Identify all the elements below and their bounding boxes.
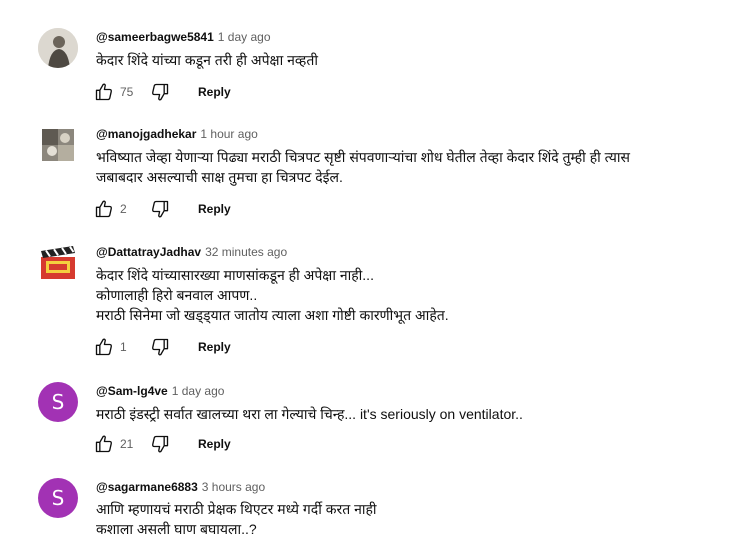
comment-line: मराठी सिनेमा जो खड्ड्यात जातोय त्याला अश… <box>96 307 449 323</box>
comment-actions: 2 Reply <box>92 197 231 221</box>
comment-line: केदार शिंदे यांच्यासारख्या माणसांकडून ही… <box>96 267 374 283</box>
avatar-letter: S <box>51 390 65 414</box>
thumbs-down-icon <box>152 338 169 356</box>
like-button[interactable] <box>92 432 116 456</box>
reply-button[interactable]: Reply <box>198 85 231 99</box>
comment-line: कोणालाही हिरो बनवाल आपण.. <box>96 287 258 303</box>
like-count: 75 <box>120 85 134 99</box>
comment-text: केदार शिंदे यांच्या कडून तरी ही अपेक्षा … <box>96 50 696 70</box>
comment-time[interactable]: 32 minutes ago <box>205 245 287 259</box>
thumbs-up-icon <box>95 338 112 356</box>
comment-line: मराठी इंडस्ट्री सर्वात खालच्या थरा ला गे… <box>96 406 523 422</box>
reply-button[interactable]: Reply <box>198 202 231 216</box>
thumbs-down-icon <box>152 200 169 218</box>
thumbs-up-icon <box>95 435 112 453</box>
thumbs-up-icon <box>95 83 112 101</box>
avatar[interactable] <box>38 243 78 283</box>
like-button[interactable] <box>92 197 116 221</box>
comment-author[interactable]: @Sam-lg4ve <box>96 384 168 398</box>
reply-button[interactable]: Reply <box>198 340 231 354</box>
dislike-button[interactable] <box>148 335 172 359</box>
comment-time[interactable]: 1 day ago <box>218 30 271 44</box>
comment-text: भविष्यात जेव्हा येणाऱ्या पिढ्या मराठी चि… <box>96 147 696 187</box>
comment-time[interactable]: 3 hours ago <box>202 480 265 494</box>
comment-header: @DattatrayJadhav 32 minutes ago <box>96 245 287 259</box>
comment-actions: 21 Reply <box>92 432 231 456</box>
user-photo-icon <box>42 129 74 161</box>
thumbs-up-icon <box>95 200 112 218</box>
clapperboard-icon <box>38 243 78 283</box>
comment-line: भविष्यात जेव्हा येणाऱ्या पिढ्या मराठी चि… <box>96 149 630 165</box>
avatar[interactable] <box>42 129 74 161</box>
dislike-button[interactable] <box>148 197 172 221</box>
comment-time[interactable]: 1 hour ago <box>200 127 257 141</box>
comment-text: मराठी इंडस्ट्री सर्वात खालच्या थरा ला गे… <box>96 404 696 424</box>
dislike-button[interactable] <box>148 432 172 456</box>
comment-text: केदार शिंदे यांच्यासारख्या माणसांकडून ही… <box>96 265 696 325</box>
comment-actions: 75 Reply <box>92 80 231 104</box>
comment-author[interactable]: @DattatrayJadhav <box>96 245 201 259</box>
comment-header: @manojgadhekar 1 hour ago <box>96 127 258 141</box>
comment-line: आणि म्हणायचं मराठी प्रेक्षक थिएटर मध्ये … <box>96 501 377 517</box>
user-photo-icon <box>38 28 78 68</box>
avatar-letter: S <box>51 486 65 510</box>
avatar[interactable]: S <box>38 382 78 422</box>
avatar[interactable] <box>38 28 78 68</box>
like-count: 21 <box>120 437 134 451</box>
comment-time[interactable]: 1 day ago <box>172 384 225 398</box>
comment-line: कशाला असली घाण बघायला..? <box>96 521 257 537</box>
comment-actions: 1 Reply <box>92 335 231 359</box>
comment-author[interactable]: @manojgadhekar <box>96 127 196 141</box>
like-count: 2 <box>120 202 127 216</box>
avatar[interactable]: S <box>38 478 78 518</box>
comment-line: जबाबदार असल्याची साक्ष तुमचा हा चित्रपट … <box>96 169 343 185</box>
comment-header: @sagarmane6883 3 hours ago <box>96 480 265 494</box>
like-button[interactable] <box>92 80 116 104</box>
comment-header: @Sam-lg4ve 1 day ago <box>96 384 224 398</box>
reply-button[interactable]: Reply <box>198 437 231 451</box>
comment-author[interactable]: @sameerbagwe5841 <box>96 30 214 44</box>
comment-line: केदार शिंदे यांच्या कडून तरी ही अपेक्षा … <box>96 52 318 68</box>
comment-text: आणि म्हणायचं मराठी प्रेक्षक थिएटर मध्ये … <box>96 499 696 539</box>
thumbs-down-icon <box>152 83 169 101</box>
dislike-button[interactable] <box>148 80 172 104</box>
thumbs-down-icon <box>152 435 169 453</box>
comment-author[interactable]: @sagarmane6883 <box>96 480 198 494</box>
comment-header: @sameerbagwe5841 1 day ago <box>96 30 271 44</box>
like-count: 1 <box>120 340 127 354</box>
like-button[interactable] <box>92 335 116 359</box>
